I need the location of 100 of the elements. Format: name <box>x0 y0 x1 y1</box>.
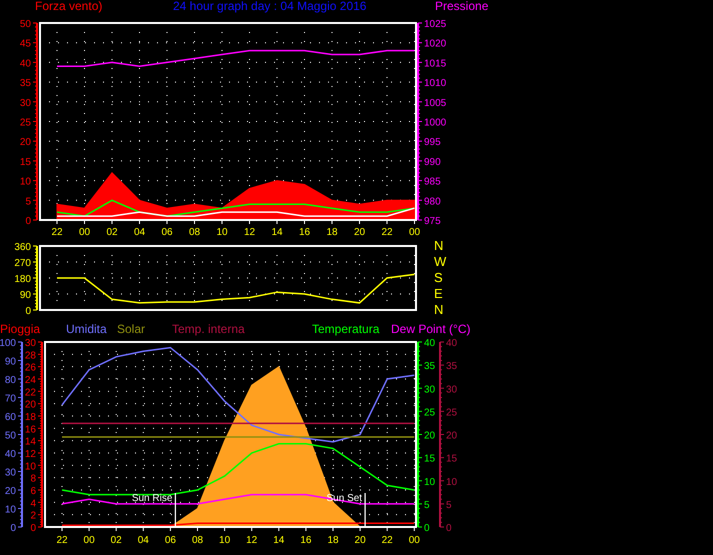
axis-tick-label: 30 <box>424 384 436 396</box>
axis-tick-label: 985 <box>424 176 441 188</box>
chart-title: 24 hour graph day : 04 Maggio 2016 <box>173 0 368 12</box>
axis-tick-label: 18 <box>327 535 339 546</box>
axis-tick-label: 10 <box>424 476 436 488</box>
axis-tick-label: 25 <box>424 407 436 418</box>
axis-tick-label: 00 <box>84 535 95 546</box>
annotation-label: Sun Rise <box>132 493 172 504</box>
axis-tick-label: 1000 <box>424 118 446 128</box>
axis-tick-label: 15 <box>446 454 458 465</box>
axis-tick-label: 00 <box>78 227 90 238</box>
axis-tick-label: 6 <box>30 486 36 497</box>
axis-tick-label: 40 <box>4 449 16 460</box>
axis-tick-label: 35 <box>446 361 458 372</box>
axis-tick-label: 0 <box>10 523 16 534</box>
axis-tick-label: 5 <box>25 196 31 208</box>
axis-tick-label: 0 <box>446 523 452 534</box>
axis-tick-label: 00 <box>408 227 420 238</box>
axis-tick-label: 22 <box>51 227 63 238</box>
axis-tick-label: 35 <box>20 78 31 90</box>
axis-tick-label: 180 <box>14 274 31 285</box>
axis-tick-label: 20 <box>4 486 16 497</box>
axis-tick-label: 30 <box>20 98 31 109</box>
axis-tick-label: 02 <box>110 535 122 546</box>
legend-label: Umidita <box>66 323 108 335</box>
axis-tick-label: 12 <box>246 535 258 546</box>
legend-label: Pressione <box>435 0 490 12</box>
axis-tick-label: 60 <box>4 412 16 423</box>
axis-tick-label: 1010 <box>424 78 446 90</box>
axis-tick-label: 10 <box>216 227 228 238</box>
axis-tick-label: 22 <box>381 227 393 238</box>
axis-tick-label: 04 <box>134 227 146 238</box>
axis-tick-label: 1015 <box>424 58 446 70</box>
legend-label: Temperatura <box>312 323 380 335</box>
axis-tick-label: 4 <box>30 498 36 510</box>
axis-tick-label: 20 <box>446 430 458 442</box>
axis-tick-label: 16 <box>298 227 310 238</box>
axis-tick-label: 14 <box>271 227 283 238</box>
axis-tick-label: 10 <box>24 461 36 472</box>
axis-tick-label: 08 <box>188 227 200 238</box>
axis-tick-label: 35 <box>424 361 436 372</box>
axis-tick-label: 22 <box>56 535 68 546</box>
axis-tick-label: 40 <box>424 338 436 349</box>
axis-tick-label: 20 <box>20 137 31 148</box>
axis-tick-label: 08 <box>192 535 204 546</box>
axis-tick-label: 25 <box>20 118 31 128</box>
axis-tick-label: 975 <box>424 216 441 227</box>
axis-tick-label: 0 <box>25 216 31 227</box>
axis-tick-label: 26 <box>24 362 36 374</box>
legend-label: Solar <box>117 323 146 335</box>
axis-tick-label: 1025 <box>424 19 446 30</box>
axis-tick-label: 45 <box>20 38 31 50</box>
axis-tick-label: 80 <box>4 375 16 386</box>
axis-tick-label: 10 <box>4 504 16 516</box>
axis-tick-label: 14 <box>24 436 36 448</box>
axis-tick-label: W <box>434 254 446 269</box>
axis-tick-label: 8 <box>30 474 36 485</box>
legend-label: Forza vento) <box>35 0 104 12</box>
axis-tick-label: 12 <box>24 449 36 460</box>
axis-tick-label: 06 <box>164 535 176 546</box>
legend-label: Dew Point (°C) <box>391 323 472 335</box>
axis-tick-label: 1005 <box>424 98 446 109</box>
axis-tick-label: 16 <box>24 424 36 436</box>
axis-tick-label: 0 <box>25 306 31 317</box>
annotation-label: Sun Set <box>326 493 362 504</box>
axis-tick-label: 90 <box>4 356 16 368</box>
axis-tick-label: 90 <box>20 290 31 301</box>
axis-tick-label: 16 <box>300 535 312 546</box>
axis-tick-label: 0 <box>30 523 36 534</box>
legend-label: Temp. interna <box>172 323 246 335</box>
axis-tick-label: 40 <box>20 58 31 70</box>
axis-tick-label: 20 <box>354 227 366 238</box>
axis-tick-label: S <box>434 270 443 285</box>
axis-tick-label: E <box>434 286 443 301</box>
axis-tick-label: 28 <box>24 350 36 362</box>
axis-tick-label: 18 <box>326 227 338 238</box>
axis-tick-label: 5 <box>424 500 430 511</box>
axis-tick-label: 10 <box>20 176 31 188</box>
axis-tick-label: 14 <box>273 535 284 546</box>
axis-tick-label: 2 <box>30 510 36 522</box>
axis-tick-label: 24 <box>24 375 36 386</box>
axis-tick-label: 06 <box>161 227 173 238</box>
axis-tick-label: 10 <box>219 535 230 546</box>
axis-tick-label: 00 <box>408 535 420 546</box>
axis-tick-label: 20 <box>354 535 366 546</box>
axis-tick-label: 30 <box>4 468 16 478</box>
axis-tick-label: 12 <box>244 227 256 238</box>
axis-tick-label: 995 <box>424 137 441 148</box>
axis-tick-label: 22 <box>24 387 36 398</box>
axis-tick-label: 70 <box>4 394 16 404</box>
axis-tick-label: N <box>434 238 444 253</box>
axis-tick-label: 5 <box>446 500 452 511</box>
axis-tick-label: 0 <box>424 523 430 534</box>
legend-label: Pioggia <box>0 323 42 335</box>
axis-tick-label: 100 <box>0 338 16 349</box>
axis-tick-label: 30 <box>24 338 36 349</box>
axis-tick-label: 25 <box>446 407 458 418</box>
axis-tick-label: 04 <box>138 535 149 546</box>
axis-tick-label: 02 <box>106 227 118 238</box>
axis-tick-label: 50 <box>4 430 16 442</box>
